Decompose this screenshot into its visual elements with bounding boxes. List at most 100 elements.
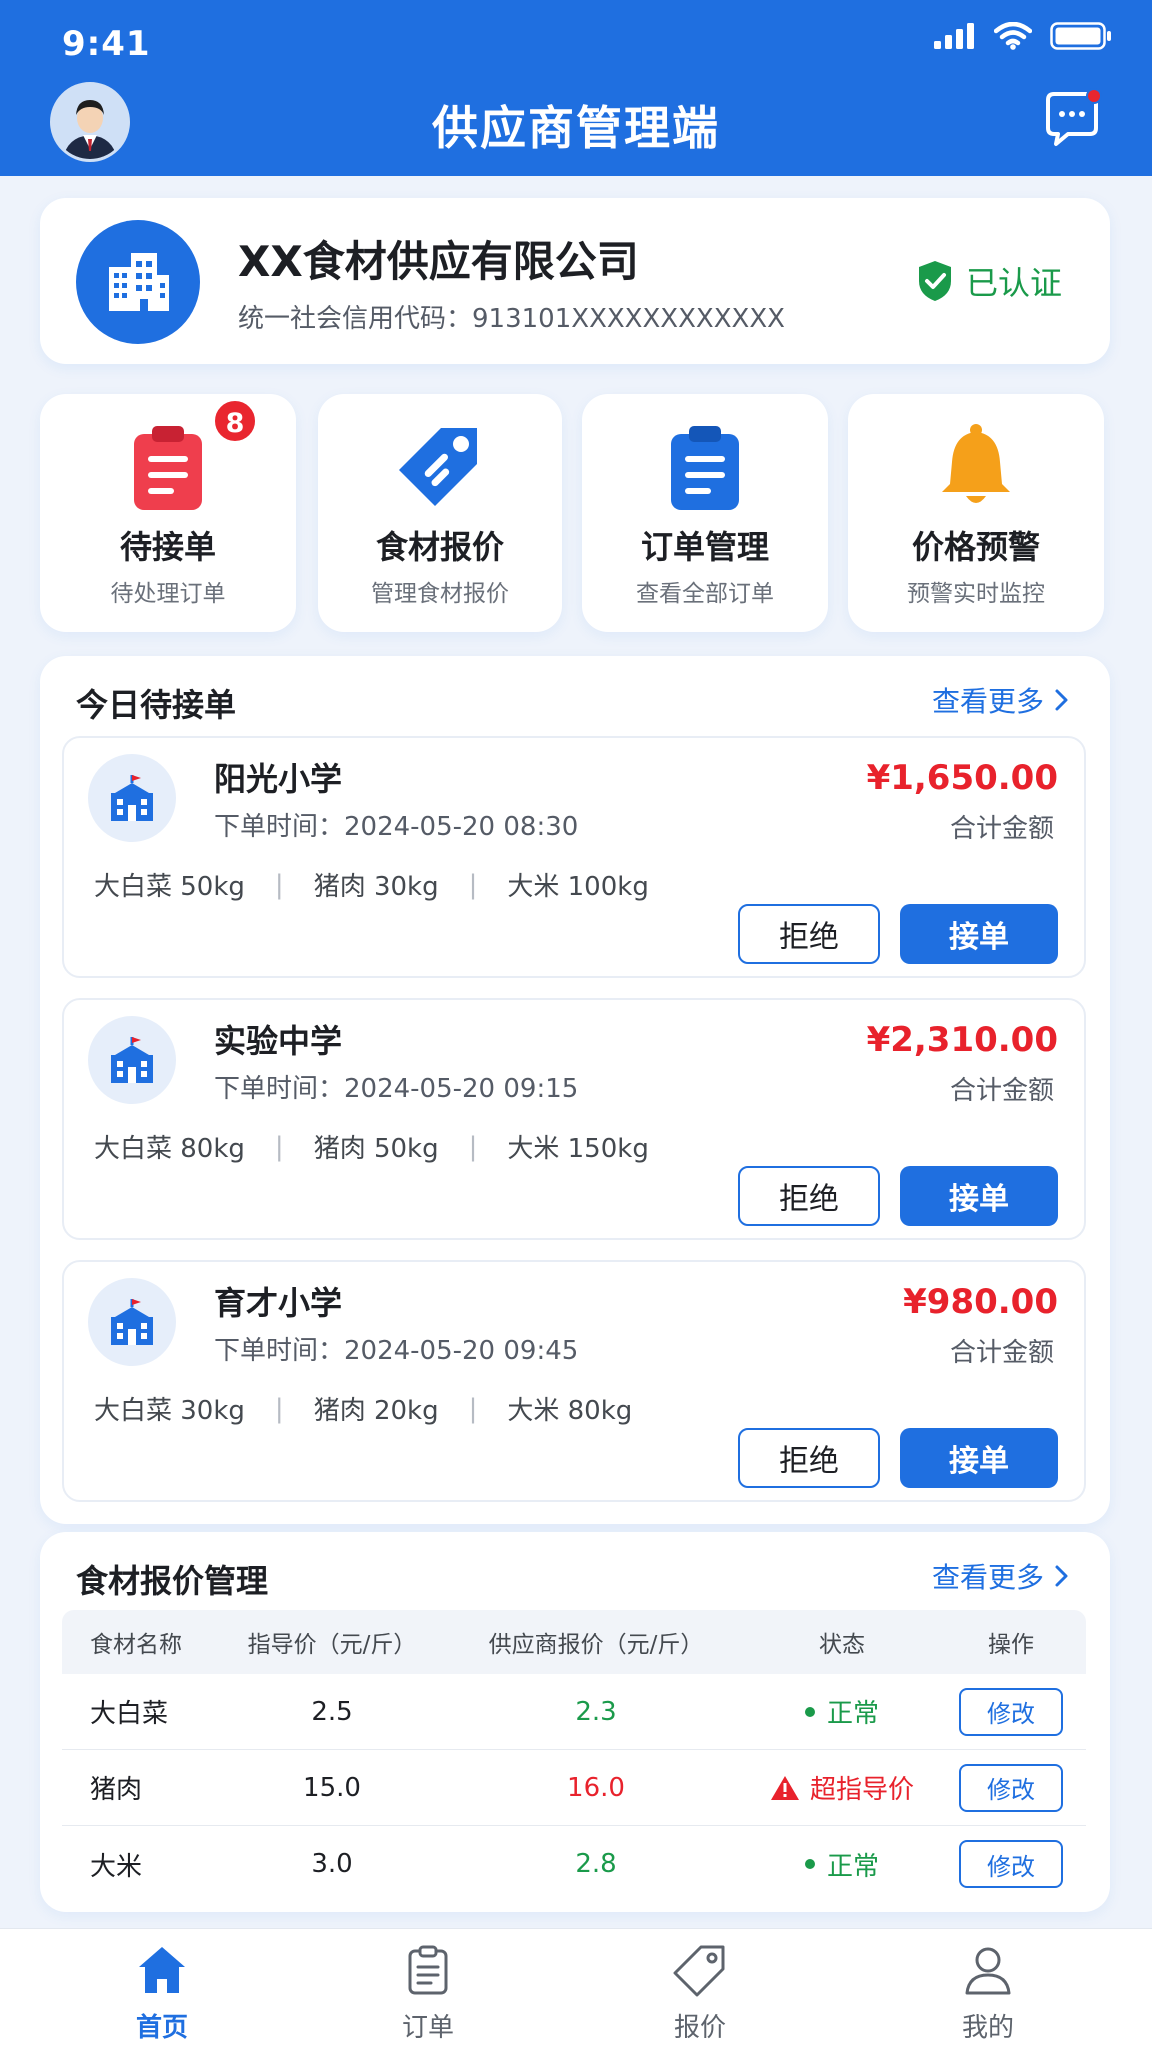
tab-orders[interactable]: 订单: [358, 1929, 498, 2048]
tab-home[interactable]: 首页: [92, 1929, 232, 2048]
school-building-icon: [111, 1037, 153, 1083]
chevron-right-icon: [1055, 689, 1068, 711]
quick-action-title: 待接单: [119, 528, 216, 566]
order-item: 大白菜 50kg: [94, 872, 245, 902]
order-item: 猪肉 50kg: [313, 1134, 439, 1164]
order-items: 大白菜 50kg | 猪肉 30kg | 大米 100kg: [94, 866, 649, 903]
chevron-right-icon: [1055, 1565, 1068, 1587]
amount-label: 合计金额: [949, 814, 1054, 844]
message-button[interactable]: [1040, 88, 1104, 152]
bottom-tab-bar: 首页 订单 报价 我的: [0, 1928, 1152, 2048]
cell-action: 修改: [948, 1674, 1074, 1749]
quick-action-title: 食材报价: [375, 528, 504, 566]
status-icons: [934, 22, 1112, 50]
item-separator: |: [274, 869, 284, 900]
wifi-icon: [994, 22, 1032, 50]
order-item: 大白菜 80kg: [94, 1134, 245, 1164]
quick-action-title: 价格预警: [911, 528, 1040, 566]
edit-button[interactable]: 修改: [959, 1840, 1063, 1888]
amount-label: 合计金额: [949, 1076, 1054, 1106]
cell-name: 大米: [90, 1851, 143, 1882]
chat-bubble-icon: [1046, 88, 1102, 146]
company-logo: [76, 220, 200, 344]
order-amount: ¥2,310.00: [866, 1020, 1058, 1060]
cell-supplier-price: 16.0: [567, 1772, 625, 1803]
edit-button[interactable]: 修改: [959, 1763, 1063, 1812]
cell-guide-price: 3.0: [311, 1849, 353, 1879]
status-time: 9:41: [62, 24, 151, 64]
accept-button[interactable]: 接单: [900, 904, 1058, 964]
section-title: 食材报价管理: [76, 1562, 269, 1600]
clipboard-icon: [134, 426, 202, 510]
edit-button[interactable]: 修改: [959, 1687, 1063, 1736]
building-icon: [109, 253, 169, 311]
school-name: 育才小学: [214, 1284, 343, 1322]
battery-icon: [1050, 22, 1111, 50]
item-separator: |: [274, 1393, 284, 1424]
item-separator: |: [468, 1393, 478, 1424]
table-row: 猪肉 15.0 16.0 超指导价 修改: [62, 1750, 1086, 1826]
order-card[interactable]: 育才小学 下单时间：2024-05-20 09:45 ¥980.00 合计金额 …: [62, 1260, 1086, 1502]
order-item: 猪肉 20kg: [313, 1396, 439, 1426]
tab-quotes[interactable]: 报价: [630, 1929, 770, 2048]
accept-button[interactable]: 接单: [900, 1166, 1058, 1226]
order-card[interactable]: 实验中学 下单时间：2024-05-20 09:15 ¥2,310.00 合计金…: [62, 998, 1086, 1240]
order-item: 大白菜 30kg: [94, 1396, 245, 1426]
order-items: 大白菜 30kg | 猪肉 20kg | 大米 80kg: [94, 1390, 632, 1427]
tab-label: 首页: [135, 2013, 188, 2043]
nav-bar: 供应商管理端: [0, 80, 1152, 176]
item-separator: |: [274, 1131, 284, 1162]
price-management-section: 食材报价管理 查看更多 食材名称 指导价（元/斤） 供应商报价（元/斤） 状态 …: [40, 1532, 1110, 1912]
column-header: 食材名称: [90, 1632, 182, 1658]
view-more-link[interactable]: 查看更多: [932, 680, 1070, 720]
pending-count-badge: 8: [212, 398, 258, 444]
status-dot-icon: [804, 1706, 815, 1717]
tab-label: 报价: [673, 2013, 726, 2043]
quick-action-subtitle: 待处理订单: [110, 581, 226, 607]
shield-check-icon: [918, 261, 951, 301]
reject-button[interactable]: 拒绝: [738, 904, 880, 964]
school-building-icon: [111, 775, 153, 821]
view-more-link[interactable]: 查看更多: [932, 1556, 1070, 1596]
quick-action-price-alert[interactable]: 价格预警 预警实时监控: [848, 394, 1104, 632]
tag-icon: [673, 1945, 725, 1997]
column-header: 供应商报价（元/斤）: [488, 1632, 704, 1658]
bell-icon: [942, 424, 1010, 503]
order-time: 下单时间：2024-05-20 09:45: [214, 1336, 579, 1366]
cell-supplier-price: 2.8: [575, 1849, 617, 1879]
school-icon: [88, 1016, 176, 1104]
company-name: XX食材供应有限公司: [238, 237, 639, 286]
quick-action-pending[interactable]: 8 待接单 待处理订单: [40, 394, 296, 632]
reject-button[interactable]: 拒绝: [738, 1166, 880, 1226]
accept-button[interactable]: 接单: [900, 1428, 1058, 1488]
quick-action-pricing[interactable]: 食材报价 管理食材报价: [318, 394, 562, 632]
tab-label: 订单: [401, 2013, 454, 2043]
quick-action-orders[interactable]: 订单管理 查看全部订单: [582, 394, 828, 632]
pending-orders-section: 今日待接单 查看更多 阳光小学 下单时间：2024-05-20 08:30 ¥1…: [40, 656, 1110, 1524]
user-icon: [965, 1947, 1011, 1995]
quick-action-subtitle: 管理食材报价: [371, 581, 509, 607]
cell-status: 正常: [742, 1674, 942, 1749]
order-item: 大米 100kg: [507, 872, 649, 902]
order-items: 大白菜 80kg | 猪肉 50kg | 大米 150kg: [94, 1128, 649, 1165]
order-item: 猪肉 30kg: [313, 872, 439, 902]
tab-profile[interactable]: 我的: [918, 1929, 1058, 2048]
school-icon: [88, 1278, 176, 1366]
company-card[interactable]: XX食材供应有限公司 统一社会信用代码：913101XXXXXXXXXXXX 已…: [40, 198, 1110, 364]
status-bar: 9:41: [0, 0, 1152, 80]
reject-button[interactable]: 拒绝: [738, 1428, 880, 1488]
page-title: 供应商管理端: [432, 101, 720, 155]
status-label: 正常: [826, 1851, 879, 1882]
status-label: 正常: [826, 1699, 879, 1729]
cell-action: 修改: [948, 1750, 1074, 1825]
order-card[interactable]: 阳光小学 下单时间：2024-05-20 08:30 ¥1,650.00 合计金…: [62, 736, 1086, 978]
school-building-icon: [111, 1299, 153, 1345]
table-row: 大米 3.0 2.8 正常 修改: [62, 1826, 1086, 1902]
section-title: 今日待接单: [76, 686, 237, 724]
verified-label: 已认证: [965, 264, 1062, 302]
app-header: 9:41 供应商管理端: [0, 0, 1152, 176]
school-name: 阳光小学: [214, 760, 343, 798]
cell-status: 超指导价: [742, 1750, 942, 1825]
column-header: 状态: [819, 1632, 865, 1658]
cell-name: 猪肉: [90, 1775, 143, 1805]
